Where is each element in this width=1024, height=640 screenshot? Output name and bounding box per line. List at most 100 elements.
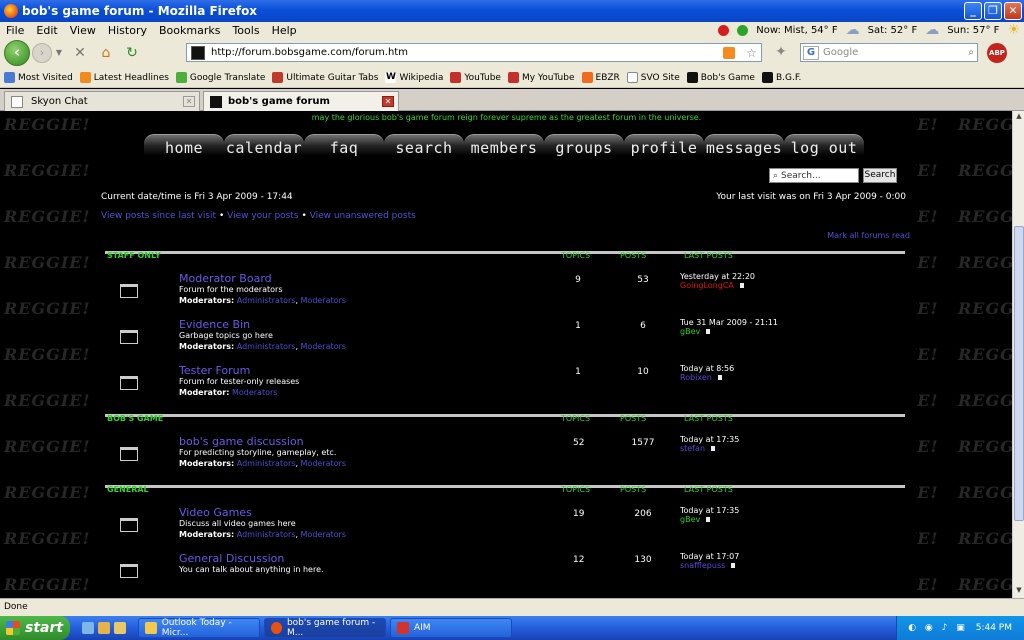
forum-title[interactable]: Evidence Bin xyxy=(179,318,250,331)
bookmark-bgf[interactable]: B.G.F. xyxy=(761,72,801,83)
link-unanswered-posts[interactable]: View unanswered posts xyxy=(310,211,416,221)
moderator-link[interactable]: Moderators xyxy=(232,388,277,397)
tab-skyon-chat[interactable]: Skyon Chat ✕ xyxy=(4,91,200,111)
nav-profile[interactable]: profile xyxy=(624,134,704,157)
minimize-icon[interactable]: _ xyxy=(964,2,982,20)
moderator-link[interactable]: Moderators xyxy=(301,342,346,351)
last-post-user[interactable]: gBev xyxy=(680,327,700,336)
last-post-user[interactable]: GoingLongCA xyxy=(680,281,734,290)
last-post-user[interactable]: Robixen xyxy=(680,373,712,382)
forum-search-button[interactable]: Search xyxy=(863,168,897,183)
close-tab-icon[interactable]: ✕ xyxy=(382,96,394,107)
bookmark-wikipedia[interactable]: W Wikipedia xyxy=(385,72,443,83)
bookmark-most-visited[interactable]: Most Visited xyxy=(4,72,73,83)
go-status-icon[interactable] xyxy=(737,24,749,36)
forum-title[interactable]: bob's game discussion xyxy=(179,435,304,448)
nav-messages[interactable]: messages xyxy=(704,134,784,157)
mark-all-read-link[interactable]: Mark all forums read xyxy=(827,231,910,240)
bookmark-star-icon[interactable]: ☆ xyxy=(746,46,757,60)
forum-search-input[interactable]: ⌕ Search... xyxy=(769,168,859,183)
vertical-scrollbar[interactable]: ▲ ▼ xyxy=(1012,111,1024,598)
tab-bobs-game-forum[interactable]: bob's game forum ✕ xyxy=(203,91,399,111)
close-tab-icon[interactable]: ✕ xyxy=(183,96,195,107)
link-posts-since-last-visit[interactable]: View posts since last visit xyxy=(101,211,216,221)
category-name[interactable]: STAFF ONLY xyxy=(107,251,161,260)
scroll-up-icon[interactable]: ▲ xyxy=(1014,112,1024,123)
back-button[interactable]: ‹ xyxy=(4,40,30,66)
view-post-icon[interactable] xyxy=(706,329,711,334)
home-icon[interactable]: ⌂ xyxy=(96,43,116,63)
category-name[interactable]: BOB'S GAME xyxy=(107,414,163,423)
google-engine-icon[interactable]: G xyxy=(803,45,819,60)
menu-tools[interactable]: Tools xyxy=(226,24,265,37)
forum-title[interactable]: General Discussion xyxy=(179,552,284,565)
link-your-posts[interactable]: View your posts xyxy=(227,211,298,221)
bookmark-svo-site[interactable]: SVO Site xyxy=(626,72,680,83)
view-post-icon[interactable] xyxy=(706,517,711,522)
search-bar[interactable]: G Google ⌕ xyxy=(800,43,978,62)
dropdown-icon[interactable]: ▼ xyxy=(54,43,64,63)
moderator-link[interactable]: Moderators xyxy=(301,459,346,468)
bookmark-ebzr[interactable]: EBZR xyxy=(581,72,620,83)
nav-members[interactable]: members xyxy=(464,134,544,157)
stop-icon[interactable]: ✕ xyxy=(70,43,90,63)
taskbar-aim[interactable]: AIM xyxy=(390,618,512,638)
stop-status-icon[interactable] xyxy=(718,24,730,36)
view-post-icon[interactable] xyxy=(717,375,722,380)
taskbar-firefox[interactable]: bob's game forum - M... xyxy=(264,618,386,638)
forum-title[interactable]: Moderator Board xyxy=(179,272,272,285)
menu-file[interactable]: File xyxy=(0,24,30,37)
nav-home[interactable]: home xyxy=(144,134,224,157)
view-post-icon[interactable] xyxy=(739,283,744,288)
nav-log-out[interactable]: log out xyxy=(784,134,864,157)
scrollbar-thumb[interactable] xyxy=(1014,226,1024,521)
bookmark-bobs-game[interactable]: Bob's Game xyxy=(686,72,755,83)
moderator-link[interactable]: Administrators xyxy=(237,459,296,468)
winamp-icon[interactable] xyxy=(114,622,126,634)
forum-title[interactable]: Video Games xyxy=(179,506,252,519)
nav-groups[interactable]: groups xyxy=(544,134,624,157)
desktop-icon[interactable] xyxy=(82,622,94,634)
moderator-link[interactable]: Administrators xyxy=(237,296,296,305)
menu-history[interactable]: History xyxy=(102,24,153,37)
moderator-link[interactable]: Moderators xyxy=(301,296,346,305)
forward-button[interactable]: › xyxy=(32,43,52,63)
bookmark-youtube[interactable]: YouTube xyxy=(450,72,501,83)
moderator-link[interactable]: Administrators xyxy=(237,342,296,351)
menu-bookmarks[interactable]: Bookmarks xyxy=(153,24,226,37)
menu-view[interactable]: View xyxy=(64,24,102,37)
last-post-user[interactable]: snafflepuss xyxy=(680,561,725,570)
explorer-icon[interactable] xyxy=(98,622,110,634)
tray-icons[interactable]: ◐ ◉ ♪ ▣ xyxy=(908,623,968,633)
last-post-user[interactable]: gBev xyxy=(680,515,700,524)
moderator-link[interactable]: Moderators xyxy=(301,530,346,539)
forum-title[interactable]: Tester Forum xyxy=(179,364,250,377)
bookmark-my-youtube[interactable]: My YouTube xyxy=(507,72,575,83)
close-icon[interactable]: ✕ xyxy=(1004,2,1022,20)
search-placeholder[interactable]: Google xyxy=(823,47,858,58)
nav-calendar[interactable]: calendar xyxy=(224,134,304,157)
nav-faq[interactable]: faq xyxy=(304,134,384,157)
menu-edit[interactable]: Edit xyxy=(30,24,63,37)
restore-icon[interactable]: ❐ xyxy=(984,2,1002,20)
bookmark-latest-headlines[interactable]: Latest Headlines xyxy=(79,72,169,83)
taskbar-outlook[interactable]: Outlook Today - Micr... xyxy=(138,618,260,638)
moderator-link[interactable]: Administrators xyxy=(237,530,296,539)
reload-icon[interactable]: ↻ xyxy=(122,43,142,63)
bookmark-google-translate[interactable]: Google Translate xyxy=(175,72,265,83)
bookmark-guitar-tabs[interactable]: Ultimate Guitar Tabs xyxy=(272,72,378,83)
scroll-down-icon[interactable]: ▼ xyxy=(1014,586,1024,597)
menu-help[interactable]: Help xyxy=(266,24,303,37)
view-post-icon[interactable] xyxy=(731,563,736,568)
adblock-icon[interactable]: ABP xyxy=(987,43,1007,63)
category-name[interactable]: GENERAL xyxy=(107,485,149,494)
url-text[interactable]: http://forum.bobsgame.com/forum.htm xyxy=(211,47,408,58)
bird-icon[interactable]: ✦ xyxy=(771,42,791,62)
view-post-icon[interactable] xyxy=(711,446,716,451)
search-icon[interactable]: ⌕ xyxy=(968,47,974,58)
start-button[interactable]: start xyxy=(0,616,70,640)
rss-icon[interactable] xyxy=(723,46,735,59)
nav-search[interactable]: search xyxy=(384,134,464,157)
address-bar[interactable]: http://forum.bobsgame.com/forum.htm ☆ xyxy=(186,43,762,62)
last-post-user[interactable]: stefan xyxy=(680,444,705,453)
